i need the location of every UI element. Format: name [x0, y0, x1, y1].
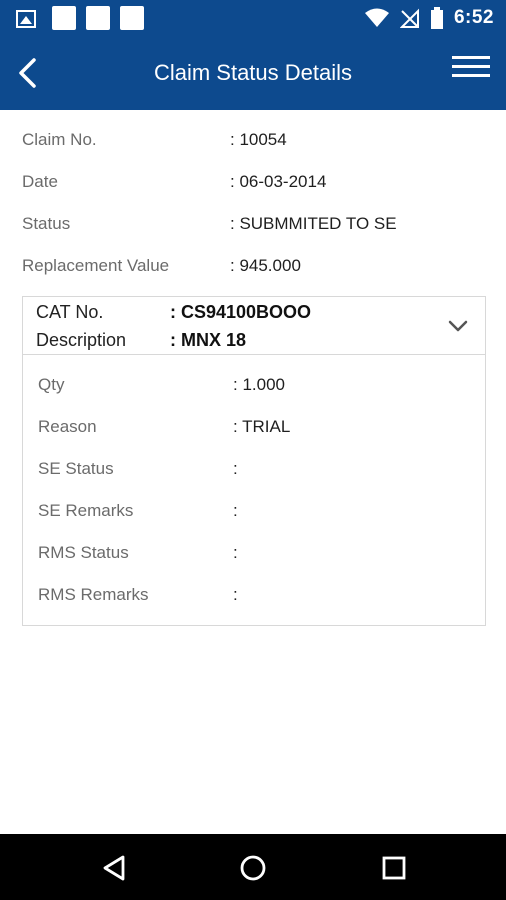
- rms-remarks-row: RMS Remarks :: [23, 585, 485, 627]
- status-row: Status : SUBMMITED TO SE: [0, 214, 506, 256]
- image-icon: [16, 9, 36, 28]
- replacement-value-label: Replacement Value: [22, 256, 170, 275]
- rms-status-value: :: [233, 543, 238, 562]
- hamburger-menu-icon: [452, 56, 490, 77]
- rms-status-row: RMS Status :: [23, 543, 485, 585]
- rms-remarks-value: :: [233, 585, 238, 604]
- status-label: Status: [22, 214, 71, 233]
- rms-remarks-label: RMS Remarks: [38, 585, 149, 604]
- notification-square-icon: [120, 6, 144, 30]
- date-value: : 06-03-2014: [230, 172, 327, 191]
- se-status-value: :: [233, 459, 238, 478]
- status-time: 6:52: [453, 7, 494, 28]
- qty-row: Qty : 1.000: [23, 375, 485, 417]
- recents-square-icon: [382, 856, 406, 880]
- qty-value: : 1.000: [233, 375, 285, 394]
- item-card-header[interactable]: CAT No. : CS94100BOOO Description : MNX …: [23, 297, 485, 355]
- status-system: 6:52: [364, 6, 494, 30]
- battery-icon: [430, 7, 443, 29]
- notification-square-icon: [86, 6, 110, 30]
- nav-back-button[interactable]: [96, 850, 132, 886]
- se-remarks-value: :: [233, 501, 238, 520]
- se-status-row: SE Status :: [23, 459, 485, 501]
- se-status-label: SE Status: [38, 459, 114, 478]
- status-bar: 6:52: [0, 0, 506, 36]
- reason-label: Reason: [38, 417, 97, 436]
- replacement-value-value: : 945.000: [230, 256, 301, 275]
- replacement-value-row: Replacement Value : 945.000: [0, 256, 506, 298]
- cat-number-label: CAT No.: [36, 302, 104, 322]
- notification-square-icon: [52, 6, 76, 30]
- no-signal-icon: [399, 8, 419, 28]
- description-value: : MNX 18: [170, 330, 247, 350]
- qty-label: Qty: [38, 375, 65, 394]
- wifi-icon: [364, 8, 389, 27]
- date-label: Date: [22, 172, 58, 191]
- reason-value: : TRIAL: [233, 417, 291, 436]
- claim-number-label: Claim No.: [22, 130, 97, 149]
- se-remarks-label: SE Remarks: [38, 501, 134, 520]
- cat-number-value: : CS94100BOOO: [170, 302, 312, 322]
- se-remarks-row: SE Remarks :: [23, 501, 485, 543]
- description-label: Description: [36, 330, 127, 350]
- chevron-down-icon[interactable]: [447, 315, 469, 337]
- app-bar: Claim Status Details: [0, 36, 506, 110]
- item-card: CAT No. : CS94100BOOO Description : MNX …: [22, 296, 486, 626]
- status-value: : SUBMMITED TO SE: [230, 214, 397, 233]
- menu-button[interactable]: [452, 56, 490, 86]
- reason-row: Reason : TRIAL: [23, 417, 485, 459]
- nav-recents-button[interactable]: [376, 850, 412, 886]
- status-notifications: [16, 6, 144, 30]
- system-nav-bar: [0, 834, 506, 900]
- date-row: Date : 06-03-2014: [0, 172, 506, 214]
- nav-home-button[interactable]: [235, 850, 271, 886]
- claim-number-value: : 10054: [230, 130, 287, 149]
- rms-status-label: RMS Status: [38, 543, 129, 562]
- claim-number-row: Claim No. : 10054: [0, 130, 506, 172]
- page-title: Claim Status Details: [153, 60, 353, 85]
- back-triangle-icon: [103, 855, 125, 881]
- home-circle-icon: [240, 855, 266, 881]
